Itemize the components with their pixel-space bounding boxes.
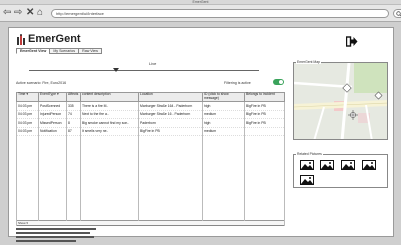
tab-my-scenarios[interactable]: My Scenarios xyxy=(49,48,79,54)
logout-icon[interactable] xyxy=(346,36,358,47)
pictures-panel-title: Related Pictures xyxy=(296,152,323,156)
address-bar[interactable]: http://emergent/ui/Interface xyxy=(51,9,389,18)
app-name: EmerGent xyxy=(28,33,81,45)
search-icon xyxy=(396,11,401,17)
timeline-slider[interactable] xyxy=(29,70,259,71)
image-thumbnail-icon[interactable] xyxy=(320,160,334,170)
image-thumbnail-icon[interactable] xyxy=(300,160,314,170)
filter-toggle-knob xyxy=(279,80,283,84)
logo-icon xyxy=(17,34,25,45)
home-icon[interactable]: ⌂ xyxy=(37,7,43,19)
related-pictures-panel xyxy=(293,154,388,188)
table-row-empty xyxy=(16,135,285,221)
image-thumbnail-icon[interactable] xyxy=(341,160,355,170)
column-header-time[interactable]: Time ▾ xyxy=(16,92,39,102)
column-header-affects[interactable]: Affects xyxy=(66,92,81,102)
legend-line xyxy=(16,228,96,230)
table-row[interactable]: 04:03 pm MissedPerson 8 Big smoke cannot fi… xyxy=(16,118,285,128)
table-row[interactable]: 04:03 pm InjuredPerson 74 Next to the fire … xyxy=(16,110,285,119)
column-header-id[interactable]: ID (click to show message) xyxy=(202,92,245,102)
app-logo: EmerGent xyxy=(16,33,106,46)
timeline-live-label: Live xyxy=(149,61,157,66)
map-panel-title: EmerGent Map xyxy=(296,60,321,64)
column-header-event-type[interactable]: EventType ▾ xyxy=(38,92,67,102)
timeline-slider-thumb[interactable] xyxy=(113,68,120,72)
table-footer[interactable]: Show ▾ xyxy=(16,220,285,226)
close-icon[interactable]: ✕ xyxy=(26,7,34,19)
table-footer-row: Show ▾ xyxy=(16,220,285,226)
table-row[interactable]: 04:03 pm PostScenned 335 There is a fire M.… xyxy=(16,101,285,111)
map-park-area xyxy=(354,63,387,93)
legend-notes xyxy=(16,228,96,244)
map-view[interactable] xyxy=(293,62,388,140)
forward-arrow-icon[interactable]: ⇨ xyxy=(14,7,22,19)
main-tabs: EmerGent View My Scenarios Raw View xyxy=(16,48,103,54)
tab-emergent-view[interactable]: EmerGent View xyxy=(16,48,50,54)
filter-toggle[interactable] xyxy=(273,79,284,85)
legend-line xyxy=(16,236,94,238)
app-page: EmerGent EmerGent View My Scenarios Raw … xyxy=(8,27,394,242)
map-canvas[interactable] xyxy=(294,63,388,140)
image-thumbnail-icon[interactable] xyxy=(362,160,376,170)
column-header-incident[interactable]: Belongs to incident xyxy=(244,92,285,102)
column-header-description[interactable]: content description xyxy=(80,92,139,102)
legend-line xyxy=(16,240,76,242)
events-table: Time ▾ EventType ▾ Affects content descr… xyxy=(16,92,285,226)
legend-line xyxy=(16,232,90,234)
filter-status-label: Filtering is active xyxy=(224,81,251,85)
browser-toolbar: ⇦ ⇨ ✕ ⌂ http://emergent/ui/Interface xyxy=(0,5,401,22)
browser-search-button[interactable] xyxy=(393,9,401,18)
back-arrow-icon[interactable]: ⇦ xyxy=(3,7,11,19)
table-row[interactable]: 04:03 pm Notification 87 It smells very ne.… xyxy=(16,127,285,136)
image-thumbnail-icon[interactable] xyxy=(300,175,314,185)
table-header-row: Time ▾ EventType ▾ Affects content descr… xyxy=(16,92,285,102)
active-scenario-label: Active scenario: Fire, Euro2016 xyxy=(16,81,67,85)
column-header-location[interactable]: Location xyxy=(138,92,203,102)
tab-raw-view[interactable]: Raw View xyxy=(78,48,103,54)
